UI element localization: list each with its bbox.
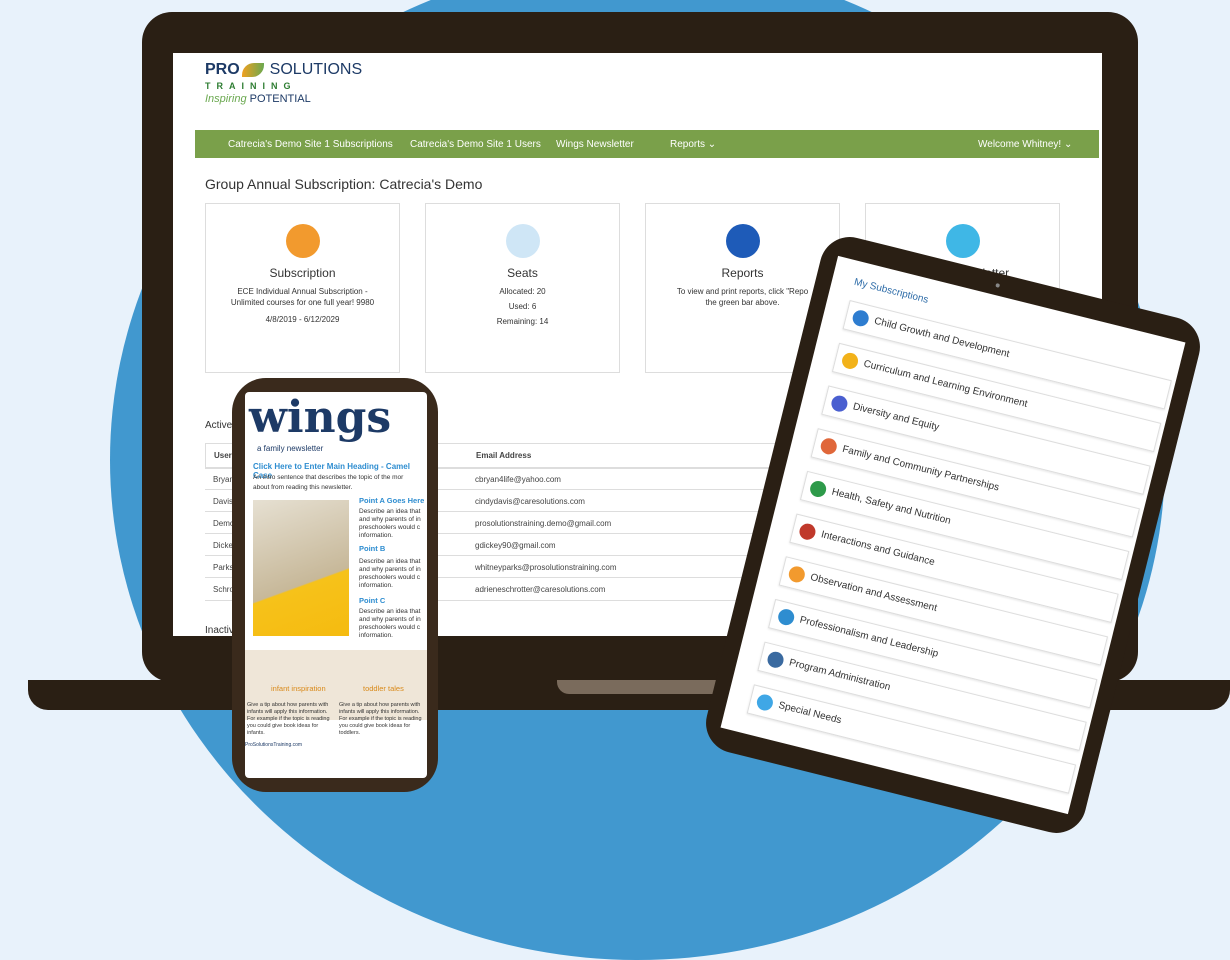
header-email: Email Address	[476, 451, 532, 460]
subject-icon	[819, 436, 839, 457]
card-line: ECE Individual Annual Subscription -	[237, 287, 368, 296]
cell-email: cindydavis@caresolutions.com	[475, 497, 585, 506]
people-icon	[505, 224, 540, 258]
subscription-card[interactable]: Subscription ECE Individual Annual Subsc…	[205, 203, 400, 373]
wings-logo: wings	[249, 392, 392, 443]
my-subscriptions-title: My Subscriptions	[852, 276, 930, 306]
item-label: Child Growth and Development	[873, 315, 1011, 361]
point-desc: information.	[359, 532, 393, 539]
seats-card[interactable]: Seats Allocated: 20 Used: 6 Remaining: 1…	[425, 203, 620, 373]
logo-tagline: Inspiring POTENTIAL	[205, 93, 362, 105]
intro-line: An intro sentence that describes the top…	[253, 474, 404, 481]
point-desc: Describe an idea that	[359, 608, 421, 615]
prosolutions-logo[interactable]: PRO SOLUTIONS TRAINING Inspiring POTENTIA…	[205, 61, 362, 105]
subject-icon	[765, 650, 786, 670]
subject-icon	[829, 393, 850, 414]
card-title: Subscription	[269, 266, 336, 280]
cell-email: prosolutionstraining.demo@gmail.com	[475, 519, 612, 528]
phone-screen: wings a family newsletter Click Here to …	[245, 392, 427, 778]
infant-tip: Give a tip about how parents with infant…	[247, 702, 330, 736]
newsletter-footer: ProSolutionsTraining.com	[245, 742, 303, 748]
subject-icon	[776, 607, 796, 627]
cell-user: Bryan	[213, 475, 234, 484]
cell-email: gdickey90@gmail.com	[475, 541, 556, 550]
subject-icon	[840, 351, 860, 371]
card-line: the green bar above.	[705, 298, 780, 307]
logo-solutions: SOLUTIONS	[269, 61, 363, 78]
item-label: Health, Safety and Nutrition	[830, 486, 952, 527]
camera-dot	[995, 282, 1001, 288]
wings-subtitle: a family newsletter	[257, 444, 324, 453]
owl-icon	[945, 224, 980, 258]
cell-user: Davis	[213, 497, 234, 506]
tagline-inspiring: Inspiring	[205, 93, 247, 105]
point-c: Point C	[359, 596, 386, 605]
item-label: Professionalism and Leadership	[798, 614, 940, 660]
point-desc: preschoolers would c	[359, 624, 421, 631]
cell-email: whitneyparks@prosolutionstraining.com	[475, 563, 617, 572]
point-desc: Describe an idea that	[359, 558, 421, 565]
main-nav: Catrecia's Demo Site 1 Subscriptions Cat…	[195, 130, 1099, 158]
nav-wings-newsletter[interactable]: Wings Newsletter	[556, 139, 634, 150]
bar-chart-icon	[725, 224, 760, 258]
leaf-icon	[241, 62, 264, 77]
subject-icon	[808, 479, 828, 499]
card-line: To view and print reports, click "Repo	[676, 287, 809, 296]
point-desc: and why parents of in	[359, 566, 421, 573]
item-label: Observation and Assessment	[809, 571, 939, 615]
point-desc: and why parents of in	[359, 616, 421, 623]
card-title: Seats	[507, 266, 538, 280]
toddler-tales-title: toddler tales	[363, 684, 404, 693]
nav-reports[interactable]: Reports ⌄	[670, 139, 716, 150]
logo-pro: PRO	[205, 61, 240, 78]
toddler-tip: Give a tip about how parents with infant…	[339, 702, 422, 736]
point-desc: and why parents of in	[359, 516, 421, 523]
intro-line: about from reading this newsletter.	[253, 484, 353, 491]
point-desc: information.	[359, 632, 393, 639]
card-dates: 4/8/2019 - 6/12/2029	[265, 315, 340, 324]
subject-icon	[797, 521, 818, 542]
nav-subscriptions[interactable]: Catrecia's Demo Site 1 Subscriptions	[228, 139, 393, 150]
subject-icon	[787, 564, 807, 585]
seats-remaining: Remaining: 14	[496, 317, 549, 326]
inactive-users-title: Inactiv	[205, 625, 234, 636]
laptop-notch	[557, 680, 727, 694]
nav-welcome-menu[interactable]: Welcome Whitney! ⌄	[978, 139, 1072, 150]
item-label: Program Administration	[787, 657, 892, 694]
point-b: Point B	[359, 544, 386, 553]
subject-icon	[755, 692, 775, 713]
point-desc: preschoolers would c	[359, 574, 421, 581]
seats-allocated: Allocated: 20	[499, 287, 546, 296]
tagline-potential: POTENTIAL	[249, 93, 311, 105]
card-title: Reports	[721, 266, 764, 280]
logo-training: TRAINING	[205, 81, 297, 91]
subject-icon	[851, 308, 871, 328]
child-photo	[253, 500, 349, 636]
infant-inspiration-title: infant inspiration	[271, 684, 326, 693]
active-users-title: Active	[205, 420, 233, 431]
seats-used: Used: 6	[508, 302, 537, 311]
item-label: Diversity and Equity	[851, 401, 941, 434]
item-label: Interactions and Guidance	[819, 529, 936, 569]
point-a: Point A Goes Here	[359, 496, 425, 505]
card-line: Unlimited courses for one full year! 998…	[230, 298, 375, 307]
nav-users[interactable]: Catrecia's Demo Site 1 Users	[410, 139, 541, 150]
item-label: Special Needs	[777, 700, 843, 727]
point-desc: Describe an idea that	[359, 508, 421, 515]
point-desc: information.	[359, 582, 393, 589]
cell-email: adrieneschrotter@caresolutions.com	[475, 585, 606, 594]
page-title: Group Annual Subscription: Catrecia's De…	[205, 176, 483, 192]
cell-email: cbryan4life@yahoo.com	[475, 475, 561, 484]
cell-user: Schro	[213, 585, 234, 594]
point-desc: preschoolers would c	[359, 524, 421, 531]
books-icon	[285, 224, 320, 258]
header-user: User	[214, 451, 232, 460]
